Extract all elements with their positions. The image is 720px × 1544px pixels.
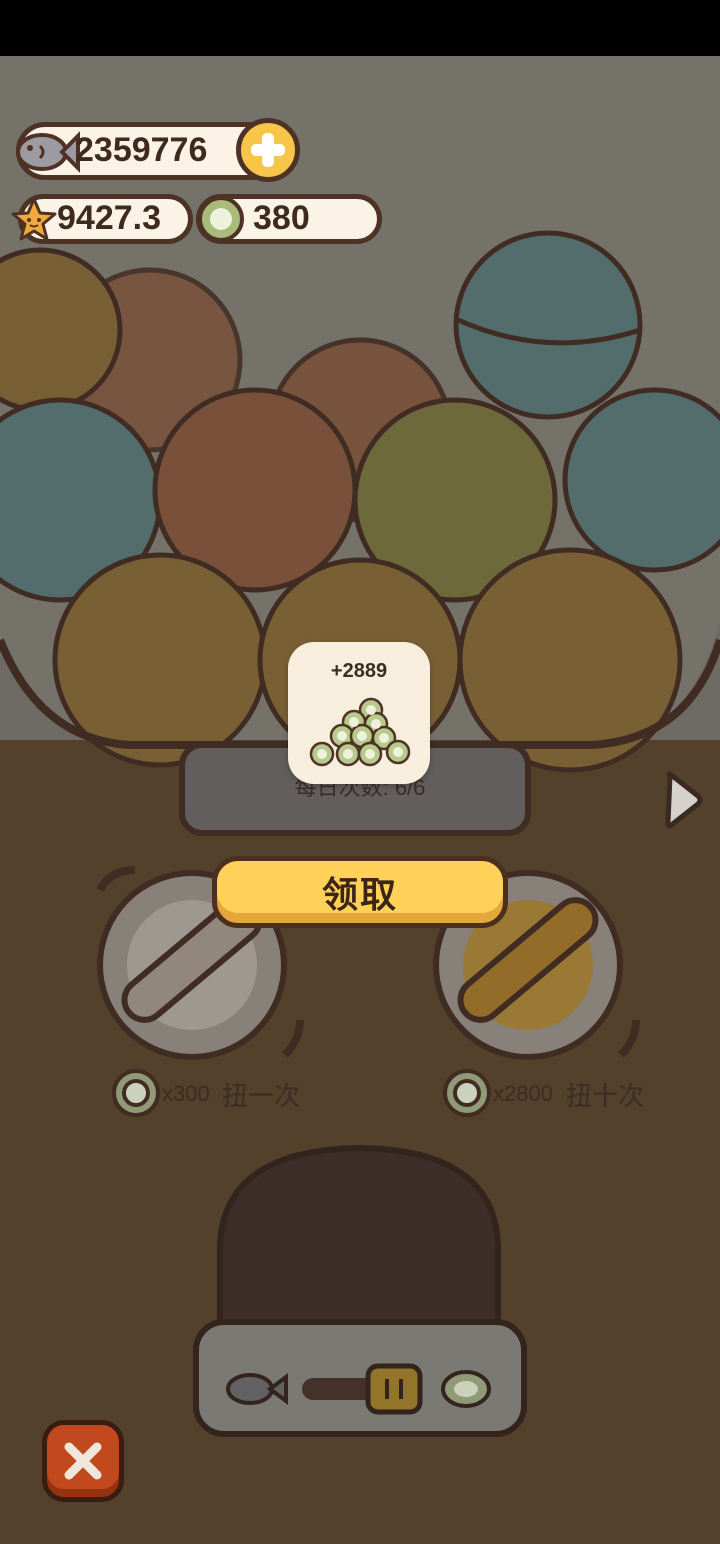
star-currency-value: 9427.3 [57, 199, 161, 237]
coin-currency-value: 380 [253, 199, 310, 237]
star-icon [11, 197, 57, 241]
coin-icon [198, 196, 244, 242]
plus-icon [251, 133, 285, 167]
coin-pile-icon [309, 697, 411, 767]
ten-spin-label[interactable]: 扭十次 [566, 1076, 644, 1113]
fish-icon [16, 131, 80, 173]
close-button[interactable] [42, 1420, 124, 1502]
status-bar [0, 0, 720, 56]
next-arrow-icon[interactable] [662, 770, 706, 830]
close-icon [64, 1442, 102, 1480]
reward-amount: +2889 [330, 660, 388, 682]
single-spin-label[interactable]: 扭一次 [222, 1076, 300, 1113]
ten-spin-cost: x2800 [493, 1081, 553, 1106]
claim-button-label: 领取 [321, 874, 398, 915]
single-spin-cost: x300 [162, 1081, 210, 1106]
fish-currency-value: 2359776 [75, 131, 208, 169]
add-currency-button[interactable] [236, 118, 300, 182]
